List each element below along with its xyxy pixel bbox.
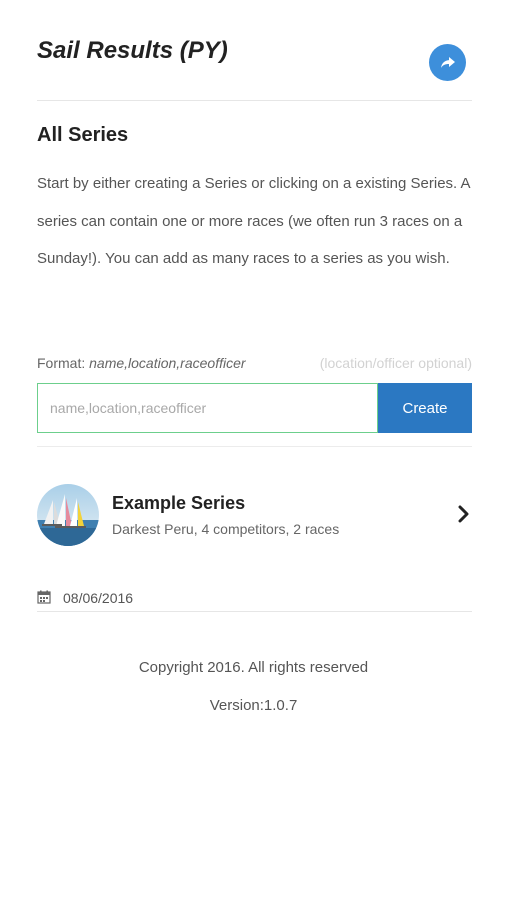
intro-text: Start by either creating a Series or cli… — [37, 175, 470, 267]
share-button[interactable] — [429, 44, 466, 81]
version-text: Version:1.0.7 — [209, 697, 298, 714]
copyright-text: Copyright 2016. All rights reserved — [138, 659, 369, 676]
calendar-icon — [37, 590, 51, 604]
app-title: Sail Results (PY) — [37, 37, 228, 64]
chevron-right-icon — [458, 505, 469, 523]
page: Sail Results (PY) All Series Start by ei… — [0, 0, 507, 900]
series-meta: Darkest Peru, 4 competitors, 2 races — [112, 521, 340, 537]
format-example: name,location,raceofficer — [89, 355, 246, 371]
format-label: Format: — [37, 355, 86, 371]
section-title: All Series — [37, 124, 129, 146]
series-list-item[interactable]: Example Series Darkest Peru, 4 competito… — [37, 484, 472, 550]
create-series-form: Create — [37, 383, 472, 433]
share-icon — [440, 56, 455, 68]
format-hint: (location/officer optional) — [319, 355, 472, 371]
create-button[interactable]: Create — [378, 383, 472, 433]
date-row: 08/06/2016 — [37, 589, 472, 612]
divider — [37, 446, 472, 447]
format-row: Format: name,location,raceofficer (locat… — [37, 355, 472, 375]
sailboats-image — [37, 484, 99, 546]
series-name: Example Series — [112, 493, 246, 513]
series-date: 08/06/2016 — [63, 590, 134, 606]
app-header: Sail Results (PY) — [37, 30, 472, 101]
series-input[interactable] — [37, 383, 378, 433]
